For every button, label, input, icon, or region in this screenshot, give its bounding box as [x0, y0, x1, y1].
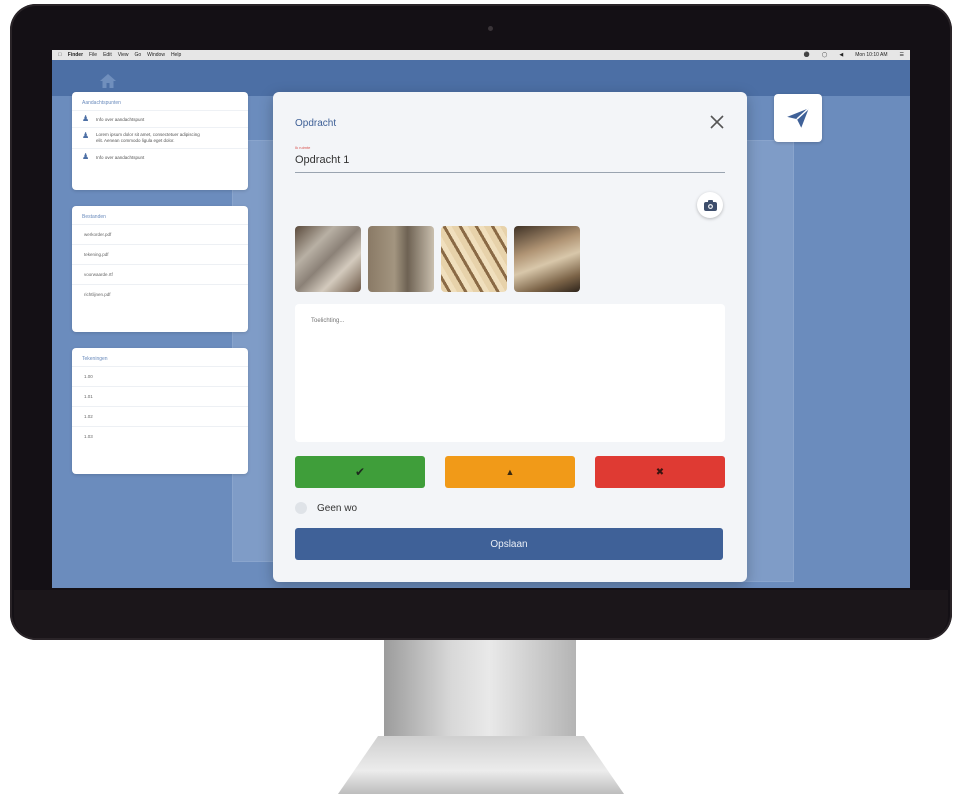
attention-text: Lorem ipsum dolor sit amet, consectetuer… [96, 132, 200, 143]
monitor-stand [384, 640, 576, 740]
clock[interactable]: Mon 10:10 AM [855, 52, 887, 58]
status-icon-1[interactable]: ⚫ [804, 52, 810, 58]
os-menubar:  Finder File Edit View Go Window Help ⚫… [52, 50, 910, 60]
menu-view[interactable]: View [118, 52, 129, 58]
radio-button[interactable] [295, 502, 307, 514]
drawing-item[interactable]: 1.00 [72, 366, 248, 386]
card-title: Bestanden [82, 214, 106, 220]
save-button[interactable]: Opslaan [295, 528, 723, 560]
drawing-item[interactable]: 1.01 [72, 386, 248, 406]
task-name-input[interactable] [295, 154, 723, 166]
no-work-option[interactable]: Geen wo [295, 502, 357, 514]
attention-row[interactable]: ♟ Info over aandachtspunt [72, 110, 248, 127]
card-title: Aandachtspunten [82, 100, 121, 106]
menu-go[interactable]: Go [134, 52, 141, 58]
send-button[interactable] [774, 94, 822, 142]
task-modal: Opdracht Ik ruimte ✔ [273, 92, 747, 582]
monitor-base [338, 736, 624, 794]
status-buttons: ✔ ▲ ✖ [295, 456, 725, 488]
monitor-chin [14, 590, 948, 638]
notes-textarea[interactable] [295, 304, 725, 442]
attention-row[interactable]: ♟ Info over aandachtspunt [72, 148, 248, 165]
attention-row[interactable]: ♟ Lorem ipsum dolor sit amet, consectetu… [72, 127, 248, 148]
photo-thumbnails [295, 226, 580, 292]
drawing-item[interactable]: 1.02 [72, 406, 248, 426]
reject-button[interactable]: ✖ [595, 456, 725, 488]
app-header [52, 60, 910, 96]
home-icon[interactable] [100, 74, 116, 88]
menu-finder[interactable]: Finder [68, 52, 83, 58]
menu-file[interactable]: File [89, 52, 97, 58]
field-label: Ik ruimte [295, 145, 311, 150]
drawing-item[interactable]: 1.03 [72, 426, 248, 446]
camera-button[interactable] [697, 192, 723, 218]
modal-title: Opdracht [295, 118, 337, 129]
check-icon: ✔ [354, 465, 366, 479]
screen:  Finder File Edit View Go Window Help ⚫… [52, 50, 910, 588]
cross-icon: ✖ [655, 466, 665, 478]
camera-icon [703, 199, 717, 211]
file-item[interactable]: richtlijnen.pdf [72, 284, 248, 304]
photo-thumbnail[interactable] [295, 226, 361, 292]
attention-points-card: Aandachtspunten ♟ Info over aandachtspun… [72, 92, 248, 190]
drawings-card: Tekeningen 1.00 1.01 1.02 1.03 [72, 348, 248, 474]
menubar-status: ⚫ ◯ ◀ Mon 10:10 AM ☰ [798, 52, 904, 58]
paper-plane-icon [787, 107, 810, 128]
input-underline [295, 172, 725, 173]
warning-button[interactable]: ▲ [445, 456, 575, 488]
apple-menu[interactable]:  [58, 52, 62, 58]
file-item[interactable]: werkorder.pdf [72, 224, 248, 244]
menu-extra-icon[interactable]: ☰ [900, 52, 904, 58]
file-item[interactable]: tekening.pdf [72, 244, 248, 264]
approve-button[interactable]: ✔ [295, 456, 425, 488]
volume-icon[interactable]: ◀ [839, 52, 843, 58]
person-icon: ♟ [82, 152, 90, 161]
file-item[interactable]: voorwaarde.rtf [72, 264, 248, 284]
close-icon[interactable] [709, 114, 725, 130]
photo-thumbnail[interactable] [368, 226, 434, 292]
attention-text: Info over aandachtspunt [96, 116, 145, 122]
attention-text: Info over aandachtspunt [96, 154, 145, 160]
photo-thumbnail[interactable] [514, 226, 580, 292]
menu-help[interactable]: Help [171, 52, 181, 58]
menu-window[interactable]: Window [147, 52, 165, 58]
radio-label: Geen wo [317, 502, 358, 514]
menu-edit[interactable]: Edit [103, 52, 112, 58]
status-icon-2[interactable]: ◯ [822, 52, 828, 58]
card-title: Tekeningen [82, 356, 108, 362]
person-icon: ♟ [82, 114, 90, 123]
person-icon: ♟ [82, 131, 90, 140]
webcam [488, 26, 493, 31]
photo-thumbnail[interactable] [441, 226, 507, 292]
warning-icon: ▲ [505, 467, 515, 477]
files-card: Bestanden werkorder.pdf tekening.pdf voo… [72, 206, 248, 332]
background-panel [744, 140, 794, 582]
